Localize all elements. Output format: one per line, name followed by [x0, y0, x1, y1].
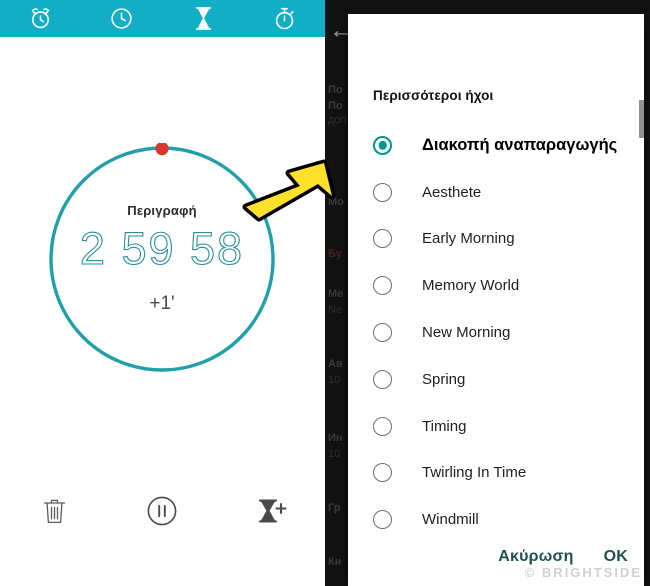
- sound-option-row[interactable]: Memory World: [348, 262, 644, 309]
- sound-option-row[interactable]: Spring: [348, 356, 644, 403]
- add-timer-button[interactable]: [217, 497, 325, 530]
- radio-unselected-icon[interactable]: [373, 416, 392, 436]
- sound-options-list: Διακοπή αναπαραγωγής Aesthete Early Mornin…: [348, 122, 644, 543]
- timer-description: Περιγραφή: [127, 203, 197, 218]
- scrim-text-fragment: Ав: [328, 358, 343, 370]
- sound-option-row[interactable]: Διακοπή αναπαραγωγής: [348, 122, 644, 169]
- dialog-button-row: Ακύρωση OK: [490, 544, 636, 570]
- ok-button[interactable]: OK: [596, 544, 636, 570]
- scrim-text-fragment: доп: [328, 114, 347, 126]
- pause-timer-button[interactable]: [108, 495, 216, 532]
- radio-unselected-icon[interactable]: [373, 276, 392, 296]
- radio-unselected-icon[interactable]: [373, 463, 392, 483]
- sound-option-label: Twirling In Time: [422, 464, 527, 482]
- scrim-text-fragment: Бу: [328, 248, 342, 260]
- tab-bar-underline: [0, 34, 325, 37]
- timer-action-bar: [0, 478, 325, 548]
- stopwatch-icon: [272, 6, 297, 31]
- radio-unselected-icon[interactable]: [373, 229, 392, 249]
- timer-app-panel: Περιγραφή 2 59 58 +1': [0, 0, 325, 586]
- scrim-text-fragment: Ме: [328, 288, 344, 300]
- timer-add-minute-label[interactable]: +1': [149, 293, 174, 315]
- radio-unselected-icon[interactable]: [373, 369, 392, 389]
- scrim-text-fragment: Мо: [328, 196, 344, 208]
- sound-option-row[interactable]: Timing: [348, 403, 644, 450]
- trash-icon: [41, 496, 68, 531]
- clock-icon: [109, 6, 134, 31]
- scrim-text-fragment: По: [328, 84, 343, 96]
- delete-timer-button[interactable]: [0, 496, 108, 531]
- radio-unselected-icon[interactable]: [373, 182, 392, 202]
- hourglass-icon: [192, 6, 215, 31]
- scrim-text-fragment: Кн: [328, 556, 342, 568]
- sound-option-row[interactable]: Early Morning: [348, 216, 644, 263]
- sound-option-row[interactable]: Aesthete: [348, 169, 644, 216]
- scrim-text-fragment: 10: [328, 374, 341, 386]
- dialog-scrollbar-thumb[interactable]: [639, 100, 644, 138]
- pause-circle-icon: [146, 495, 178, 532]
- sound-option-row[interactable]: Windmill: [348, 496, 644, 543]
- sound-option-label: Spring: [422, 370, 466, 388]
- sound-picker-panel: ← По По доп Мо Бу Ме Ne Ав 10 Ин 10 Гр Кн Περισσότερ…: [325, 0, 650, 586]
- sound-option-label: Memory World: [422, 277, 520, 295]
- timer-value: 2 59 58: [79, 223, 245, 274]
- dialog-title: Περισσότεροι ήχοι: [373, 88, 494, 103]
- radio-unselected-icon[interactable]: [373, 510, 392, 530]
- timer-dial[interactable]: Περιγραφή 2 59 58 +1': [46, 143, 278, 375]
- sound-option-label: New Morning: [422, 324, 511, 342]
- sound-option-label: Windmill: [422, 511, 479, 529]
- tab-alarm[interactable]: [0, 0, 81, 37]
- sound-option-label: Διακοπή αναπαραγωγής: [422, 135, 618, 154]
- sound-option-row[interactable]: Twirling In Time: [348, 450, 644, 497]
- tab-timer[interactable]: [163, 0, 244, 37]
- scrim-text-fragment: Ин: [328, 432, 343, 444]
- sound-option-label: Early Morning: [422, 230, 515, 248]
- screenshot-root: Περιγραφή 2 59 58 +1' ← По По доп Мо Бу …: [0, 0, 650, 586]
- alarm-clock-icon: [28, 6, 53, 31]
- tab-clock[interactable]: [81, 0, 162, 37]
- scrim-text-fragment: Гр: [328, 502, 341, 514]
- add-hourglass-icon: [255, 497, 287, 530]
- sound-option-row[interactable]: New Morning: [348, 309, 644, 356]
- cancel-button[interactable]: Ακύρωση: [490, 544, 581, 570]
- sound-option-label: Timing: [422, 417, 467, 435]
- radio-selected-icon[interactable]: [373, 135, 392, 155]
- scrim-text-fragment: Ne: [328, 304, 343, 316]
- sound-option-label: Aesthete: [422, 183, 482, 201]
- tab-bar: [0, 0, 325, 37]
- scrim-text-fragment: По: [328, 100, 343, 112]
- tab-stopwatch[interactable]: [244, 0, 325, 37]
- timer-face: Περιγραφή 2 59 58 +1': [46, 143, 278, 375]
- more-sounds-dialog: Περισσότεροι ήχοι Διακοπή αναπαραγωγής Ae…: [348, 14, 644, 586]
- scrim-text-fragment: 10: [328, 448, 341, 460]
- radio-unselected-icon[interactable]: [373, 323, 392, 343]
